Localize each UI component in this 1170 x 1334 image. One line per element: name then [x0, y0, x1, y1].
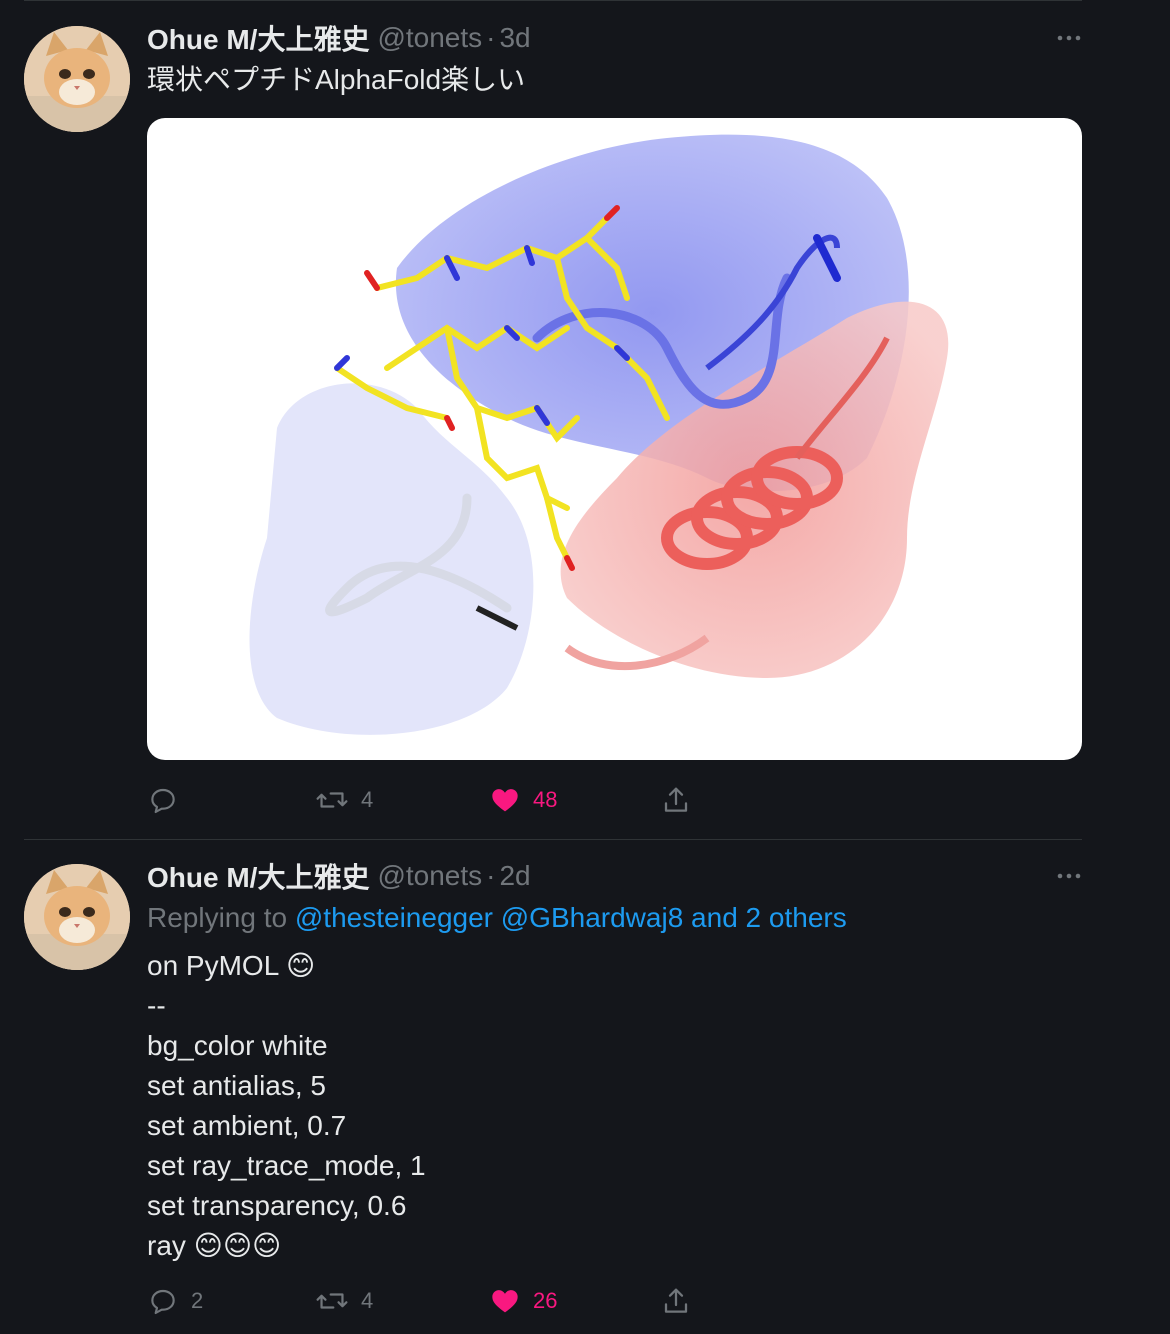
reply-icon: [151, 788, 175, 814]
more-icon: [1057, 873, 1081, 879]
avatar[interactable]: [24, 864, 130, 970]
tweet-1[interactable]: Ohue M/大上雅史 @tonets · 3d 環状ペプチドAlphaFold…: [0, 0, 1170, 840]
tweet-media-image[interactable]: [147, 118, 1082, 760]
reply-button[interactable]: 2: [147, 1281, 203, 1321]
tweet-header: Ohue M/大上雅史 @tonets · 3d: [147, 18, 531, 58]
replying-to: Replying to @thesteinegger @GBhardwaj8 a…: [147, 898, 847, 938]
retweet-count: 4: [361, 787, 374, 812]
more-icon: [1057, 35, 1081, 41]
like-button[interactable]: 48: [489, 780, 557, 820]
share-button[interactable]: [660, 1281, 692, 1321]
tweet-line: set ambient, 0.7: [147, 1110, 347, 1141]
like-count: 26: [533, 1288, 558, 1313]
tweet-line: on PyMOL 😊: [147, 950, 316, 981]
like-count: 48: [533, 787, 558, 812]
retweet-button[interactable]: 4: [315, 780, 373, 820]
more-button[interactable]: [1052, 21, 1086, 55]
reply-count: 2: [191, 1288, 204, 1313]
author-handle[interactable]: @tonets: [377, 22, 482, 54]
author-name[interactable]: Ohue M/大上雅史: [147, 856, 369, 896]
tweet-2[interactable]: Ohue M/大上雅史 @tonets · 2d Replying to @th…: [0, 840, 1170, 1334]
heart-icon: [492, 789, 518, 812]
reply-button[interactable]: [147, 780, 191, 820]
share-button[interactable]: [660, 780, 692, 820]
retweet-icon: [316, 1293, 348, 1309]
avatar[interactable]: [24, 26, 130, 132]
replying-to-mentions[interactable]: @thesteinegger @GBhardwaj8 and 2 others: [295, 902, 847, 933]
like-button[interactable]: 26: [489, 1281, 557, 1321]
cat-avatar-image: [24, 864, 130, 970]
separator-dot: ·: [486, 22, 496, 53]
tweet-text: on PyMOL 😊 -- bg_color white set antiali…: [147, 946, 426, 1266]
timestamp[interactable]: 3d: [499, 22, 530, 54]
tweet-text: 環状ペプチドAlphaFold楽しい: [147, 64, 526, 95]
cat-avatar-image: [24, 26, 130, 132]
tweet-line: set ray_trace_mode, 1: [147, 1150, 426, 1181]
tweet-line: bg_color white: [147, 1030, 328, 1061]
tweet-line: set transparency, 0.6: [147, 1190, 407, 1221]
tweet-line: --: [147, 990, 166, 1021]
retweet-button[interactable]: 4: [315, 1281, 373, 1321]
tweet-actions: 2 4 26: [147, 1281, 707, 1321]
heart-icon: [492, 1290, 518, 1313]
tweet-header: Ohue M/大上雅史 @tonets · 2d: [147, 856, 531, 896]
protein-structure-image: [249, 134, 949, 735]
share-icon: [664, 1288, 688, 1313]
tweet-actions: 4 48: [147, 780, 707, 820]
replying-to-label: Replying to: [147, 902, 288, 933]
author-handle[interactable]: @tonets: [377, 860, 482, 892]
reply-icon: [151, 1289, 175, 1315]
share-icon: [664, 787, 688, 812]
retweet-count: 4: [361, 1288, 374, 1313]
timestamp[interactable]: 2d: [499, 860, 530, 892]
retweet-icon: [316, 792, 348, 808]
tweet-line: set antialias, 5: [147, 1070, 326, 1101]
separator-dot: ·: [486, 860, 496, 891]
more-button[interactable]: [1052, 859, 1086, 893]
tweet-line: ray 😊😊😊: [147, 1230, 282, 1261]
author-name[interactable]: Ohue M/大上雅史: [147, 18, 369, 58]
